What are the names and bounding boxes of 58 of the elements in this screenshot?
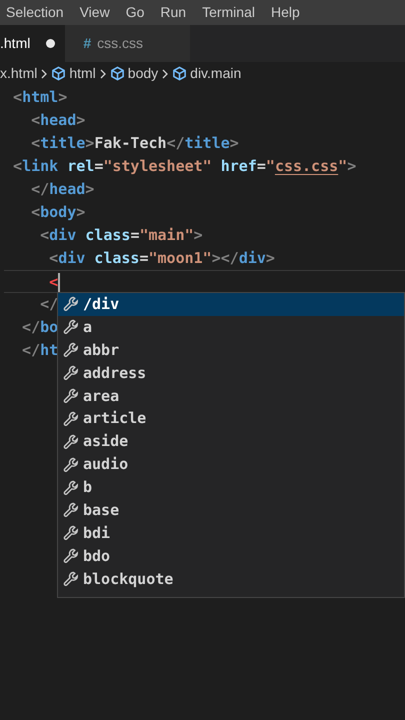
css-file-icon: # [83, 33, 92, 54]
code-line: <body> [30, 202, 86, 223]
wrench-icon [63, 410, 79, 427]
chevron-icon [161, 68, 170, 78]
suggestion-item[interactable]: audio [58, 453, 404, 476]
chevron-icon [98, 68, 107, 78]
code-line: <html> [12, 87, 68, 108]
code-line: </bo [21, 317, 58, 338]
suggestion-item[interactable]: a [58, 316, 404, 339]
code-line: </ht [21, 340, 58, 361]
wrench-icon [63, 525, 79, 542]
menu-item[interactable]: Run [160, 2, 186, 23]
suggestion-item[interactable]: bdi [58, 522, 404, 545]
wrench-icon [63, 456, 79, 473]
wrench-icon [63, 388, 79, 404]
wrench-icon [63, 319, 79, 336]
menu-item[interactable]: Selection [6, 2, 64, 23]
wrench-icon [63, 548, 79, 564]
suggestion-item[interactable]: abbr [58, 338, 404, 362]
wrench-icon [63, 296, 79, 312]
menu-item[interactable]: Terminal [202, 2, 255, 23]
suggestion-item[interactable]: /div [58, 293, 404, 316]
editor-tab[interactable]: # css.css [65, 25, 190, 62]
chevron-icon [40, 68, 48, 78]
menu-item[interactable]: Go [126, 2, 144, 23]
suggestion-item[interactable]: area [58, 384, 404, 408]
suggestion-item[interactable]: article [58, 407, 404, 430]
wrench-icon [63, 365, 79, 382]
code-line: <link rel="stylesheet" href="css.css"> [12, 156, 356, 177]
code-line: <head> [30, 110, 86, 131]
breadcrumb-item[interactable]: x.html [0, 63, 38, 84]
breadcrumb-item[interactable]: div.main [190, 63, 242, 84]
code-line: <div class="main"> [39, 225, 203, 246]
cube-icon [172, 66, 188, 81]
wrench-icon [63, 434, 79, 450]
suggestion-item[interactable]: b [58, 476, 404, 500]
menu-item[interactable]: Help [270, 2, 300, 23]
suggestion-item[interactable]: blockquote [58, 568, 404, 591]
wrench-icon [63, 571, 79, 588]
unsaved-dot-icon [46, 39, 56, 48]
cube-icon [110, 66, 125, 81]
suggestion-item[interactable]: aside [58, 430, 404, 454]
suggestion-item[interactable]: bdo [58, 544, 404, 568]
editor-tab[interactable]: .html [0, 25, 66, 62]
suggestion-item[interactable]: base [58, 499, 404, 522]
code-line: </ [39, 294, 58, 315]
breadcrumb-item[interactable]: body [128, 63, 158, 84]
text-cursor [58, 273, 60, 292]
wrench-icon [63, 342, 79, 358]
cube-icon [51, 66, 66, 81]
code-line: <div class="moon1"></div> [48, 248, 275, 269]
code-line: </head> [30, 179, 94, 200]
wrench-icon [63, 502, 79, 518]
menu-item[interactable]: View [80, 2, 110, 23]
suggestion-item[interactable]: address [58, 362, 404, 385]
breadcrumb-item[interactable]: html [69, 63, 96, 84]
wrench-icon [63, 480, 79, 496]
code-line: <title>Fak-Tech</title> [30, 133, 239, 154]
